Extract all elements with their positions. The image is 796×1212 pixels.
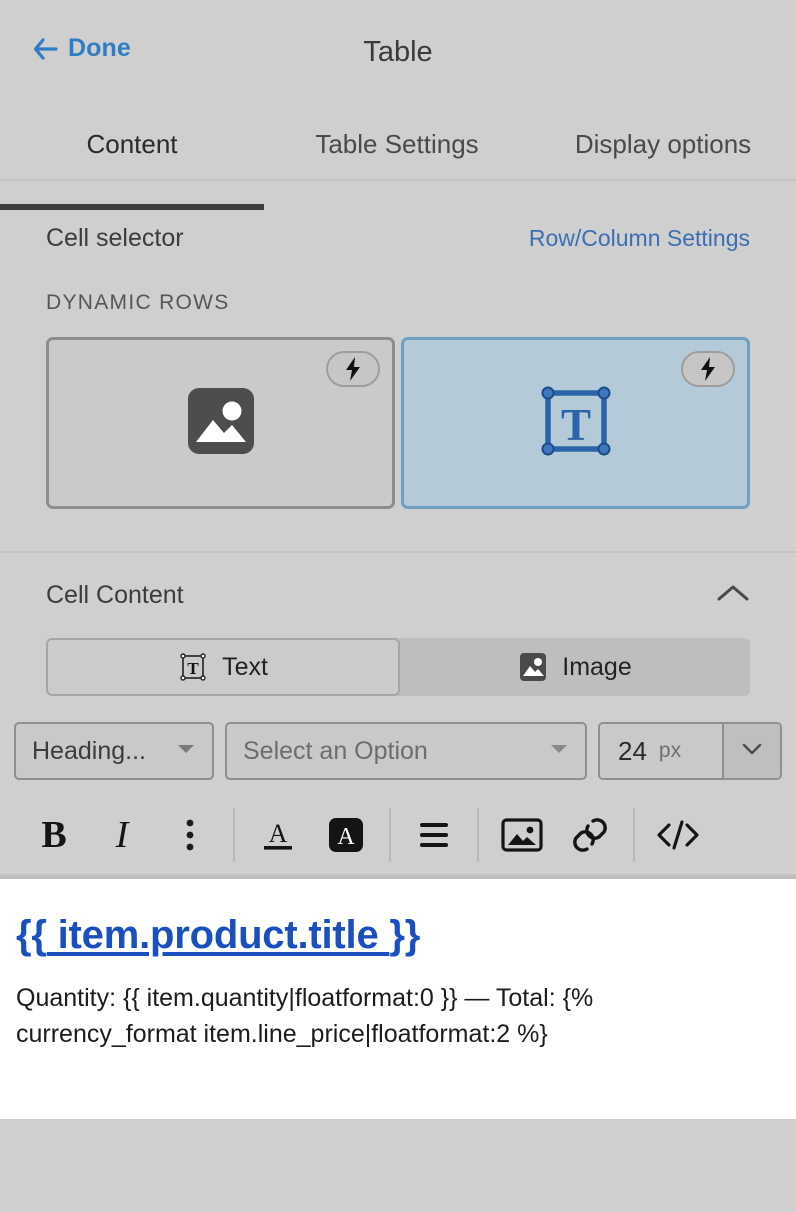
svg-text:A: A — [269, 819, 288, 848]
code-view-button[interactable] — [644, 804, 712, 866]
tab-bar-divider — [0, 179, 796, 181]
cell-content-section: Cell Content T — [0, 553, 796, 879]
lightning-bolt-icon — [343, 357, 363, 381]
text-selection-icon: T — [178, 652, 208, 682]
code-icon — [654, 817, 702, 853]
chevron-down-icon — [740, 741, 764, 762]
bold-icon: B — [41, 813, 66, 857]
caret-down-icon — [176, 742, 196, 760]
toolbar-separator — [477, 808, 479, 862]
format-toolbar: B I A — [0, 796, 796, 874]
lightning-bolt-icon — [698, 357, 718, 381]
segment-text-label: Text — [222, 653, 268, 682]
tab-content[interactable]: Content — [0, 108, 264, 180]
cell-dynamic-badge[interactable] — [326, 351, 380, 387]
caret-down-icon — [549, 742, 569, 760]
table-editor-panel: Done Table Content Table Settings Displa… — [0, 0, 796, 1212]
option-select[interactable]: Select an Option — [225, 722, 587, 780]
tab-bar: Content Table Settings Display options — [0, 108, 796, 206]
cell-selector-header: Cell selector Row/Column Settings — [0, 206, 796, 253]
page-title: Table — [0, 36, 796, 69]
preview-heading-open: {{ — [16, 913, 47, 957]
font-size-input[interactable]: 24 px — [600, 724, 722, 778]
row-column-settings-link[interactable]: Row/Column Settings — [529, 225, 750, 252]
align-left-icon — [414, 819, 454, 851]
font-size-control: 24 px — [598, 722, 782, 780]
align-button[interactable] — [400, 804, 468, 866]
cell-content-header[interactable]: Cell Content — [0, 553, 796, 610]
link-icon — [569, 815, 611, 855]
font-size-value: 24 — [618, 736, 647, 767]
font-size-stepper[interactable] — [722, 724, 780, 778]
preview-heading[interactable]: {{ item.product.title }} — [16, 913, 780, 958]
more-options-button[interactable] — [156, 804, 224, 866]
vertical-dots-icon — [185, 818, 195, 852]
tab-content-label: Content — [86, 129, 177, 160]
cell-selector-label: Cell selector — [46, 224, 184, 253]
chevron-up-icon[interactable] — [716, 582, 750, 609]
option-select-value: Select an Option — [243, 737, 428, 766]
text-selection-icon: T — [538, 383, 614, 464]
image-icon — [187, 387, 255, 460]
highlight-color-icon: A — [326, 815, 366, 855]
toolbar-separator — [389, 808, 391, 862]
cell-content-title: Cell Content — [46, 581, 184, 610]
segment-image[interactable]: Image — [400, 638, 750, 696]
svg-text:T: T — [560, 400, 590, 450]
block-type-value: Heading... — [32, 737, 146, 766]
text-color-icon: A — [257, 814, 299, 856]
italic-icon: I — [116, 813, 129, 857]
preview-body-text[interactable]: Quantity: {{ item.quantity|floatformat:0… — [16, 980, 696, 1053]
cell-preview-text[interactable]: T — [401, 337, 750, 509]
insert-image-button[interactable] — [488, 804, 556, 866]
italic-button[interactable]: I — [88, 804, 156, 866]
toolbar-separator — [233, 808, 235, 862]
highlight-color-button[interactable]: A — [312, 804, 380, 866]
tab-table-settings-label: Table Settings — [315, 129, 478, 160]
cell-selector-section: Cell selector Row/Column Settings DYNAMI… — [0, 206, 796, 553]
text-color-button[interactable]: A — [244, 804, 312, 866]
toolbar-separator — [633, 808, 635, 862]
insert-link-button[interactable] — [556, 804, 624, 866]
svg-text:A: A — [337, 824, 355, 850]
block-type-select[interactable]: Heading... — [14, 722, 214, 780]
tab-display-options-label: Display options — [575, 129, 751, 160]
cell-dynamic-badge[interactable] — [681, 351, 735, 387]
svg-text:T: T — [187, 659, 199, 678]
cell-content-type-toggle: T Text Image — [46, 638, 750, 696]
cell-preview-image[interactable] — [46, 337, 395, 509]
font-size-unit: px — [659, 739, 681, 763]
image-icon — [518, 651, 548, 683]
content-preview: {{ item.product.title }} Quantity: {{ it… — [0, 879, 796, 1119]
segment-text[interactable]: T Text — [46, 638, 400, 696]
preview-heading-close: }} — [389, 913, 420, 957]
bold-button[interactable]: B — [20, 804, 88, 866]
preview-heading-link[interactable]: item.product.title — [47, 913, 390, 957]
tab-table-settings[interactable]: Table Settings — [264, 108, 530, 180]
cell-grid: T — [0, 315, 796, 509]
segment-image-label: Image — [562, 653, 631, 682]
panel-header: Done Table — [0, 0, 796, 108]
text-format-controls: Heading... Select an Option 24 px — [0, 696, 796, 780]
dynamic-rows-label: DYNAMIC ROWS — [0, 253, 796, 315]
image-icon — [500, 816, 544, 854]
tab-display-options[interactable]: Display options — [530, 108, 796, 180]
